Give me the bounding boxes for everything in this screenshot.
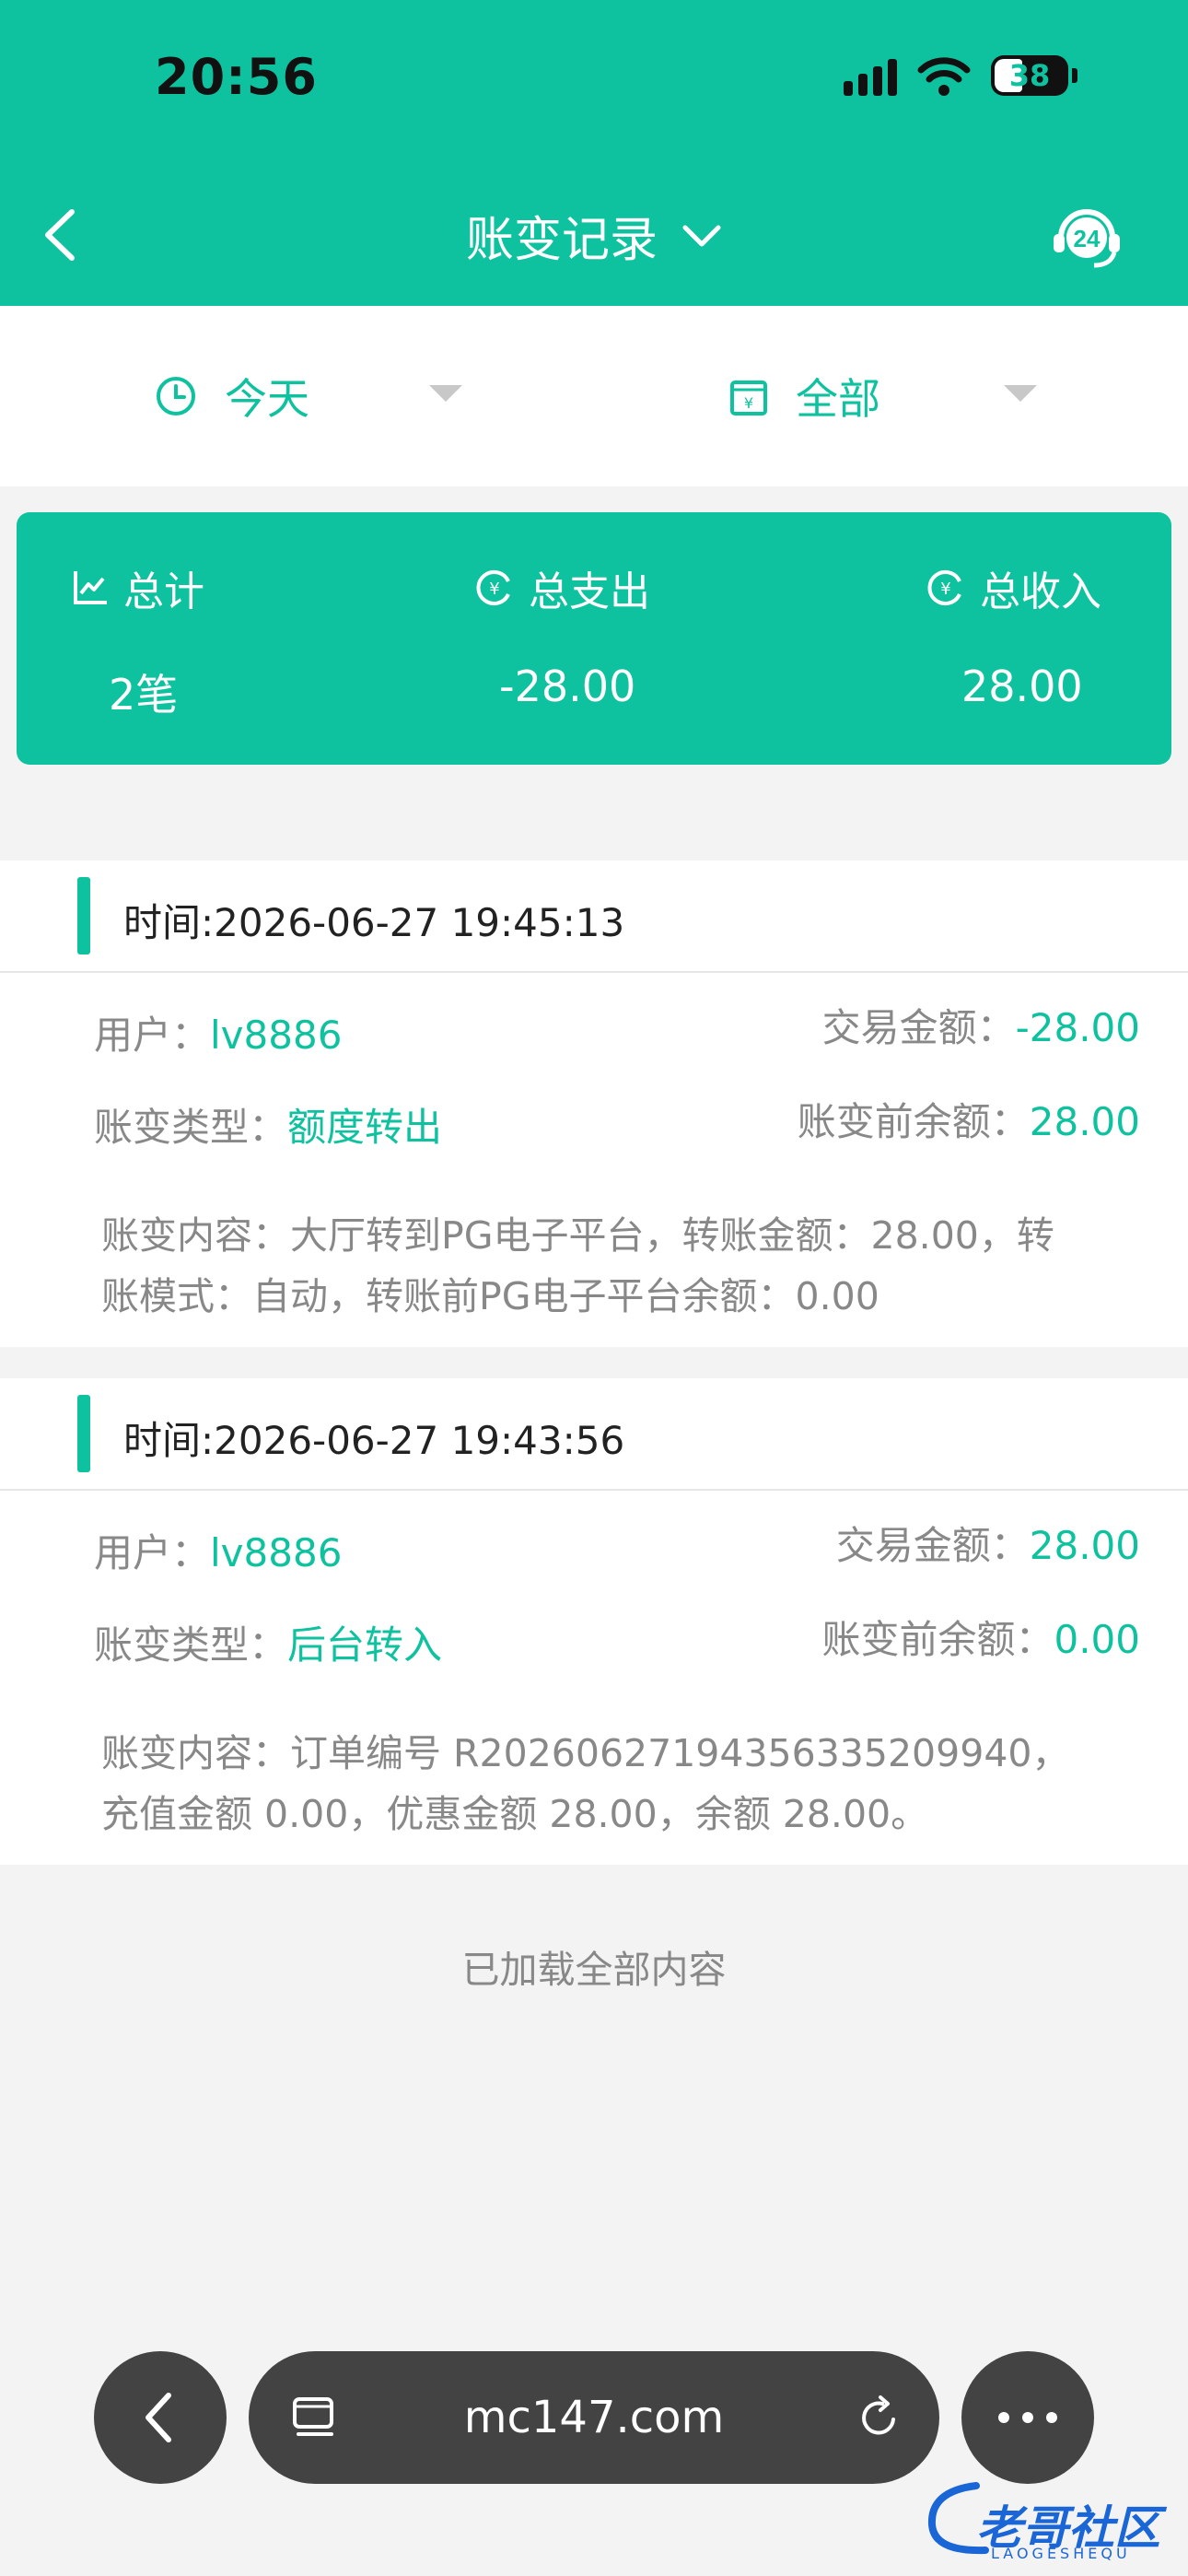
cellular-signal-icon [844,55,897,96]
record-user-value: lv8886 [210,1530,343,1575]
record-type: 账变类型：后台转入 [94,1622,443,1668]
battery-level: 38 [1008,58,1051,93]
type-filter-caret [1004,385,1037,402]
record-user: 用户：lv8886 [94,1530,343,1575]
record-balance: 账变前余额：0.00 [821,1617,1140,1662]
reload-icon[interactable] [855,2394,903,2441]
record-type-value: 后台转入 [287,1622,443,1668]
expense-label: 总支出 [529,568,650,615]
clock-icon [157,377,195,416]
record-amount: 交易金额：-28.00 [821,1005,1140,1050]
record-card: 时间:2026-06-27 19:45:13 用户：lv8886 交易金额：-2… [0,861,1188,1347]
svg-text:¥: ¥ [744,394,753,412]
total-value: 2笔 [109,670,179,720]
svg-text:¥: ¥ [940,580,950,599]
record-accent-bar [77,1395,90,1472]
record-type: 账变类型：额度转出 [94,1105,443,1150]
page-title: 账变记录 [465,213,658,268]
wifi-icon [917,57,971,96]
date-filter[interactable]: 今天 [155,306,468,486]
browser-back-button[interactable] [94,2351,227,2484]
total-header: 总计 [72,558,204,617]
record-content-line: 账变内容：大厅转到PG电子平台，转账金额：28.00，转 [101,1213,1054,1258]
record-content: 账变内容：大厅转到PG电子平台，转账金额：28.00，转 账模式：自动，转账前P… [101,1205,1096,1327]
income-header: ¥ 总收入 [926,558,1101,617]
record-amount: 交易金额：28.00 [835,1523,1140,1568]
record-header: 时间:2026-06-27 19:45:13 [0,861,1188,973]
title-dropdown[interactable]: 账变记录 [0,201,1188,270]
record-time: 时间:2026-06-27 19:45:13 [123,900,625,945]
record-content-line: 账模式：自动，转账前PG电子平台余额：0.00 [101,1274,879,1318]
support-badge: 24 [1074,225,1101,252]
record-balance-value: 0.00 [1054,1617,1140,1662]
battery-cap [1072,68,1077,83]
more-dot [1046,2412,1057,2423]
app-header: 20:56 38 账变记录 24 [0,0,1188,306]
more-dot [998,2412,1009,2423]
watermark-logo: 老哥社区 LAOGESHEQU [921,2478,1179,2562]
record-header: 时间:2026-06-27 19:43:56 [0,1378,1188,1491]
record-type-value: 额度转出 [287,1105,443,1150]
record-content-line: 账变内容：订单编号 R20260627194356335209940， [101,1731,1070,1775]
record-amount-value: -28.00 [1015,1005,1140,1050]
summary-card: 总计 2笔 ¥ 总支出 -28.00 ¥ 总收入 28.00 [17,512,1171,765]
svg-text:¥: ¥ [489,580,499,599]
record-balance-value: 28.00 [1029,1099,1140,1144]
status-time: 20:56 [155,48,318,106]
customer-support-button[interactable]: 24 [1050,197,1124,271]
record-user: 用户：lv8886 [94,1013,343,1058]
record-balance: 账变前余额：28.00 [797,1099,1140,1144]
record-card: 时间:2026-06-27 19:43:56 用户：lv8886 交易金额：28… [0,1378,1188,1865]
income-value: 28.00 [961,662,1083,711]
record-user-value: lv8886 [210,1013,343,1058]
record-amount-value: 28.00 [1029,1523,1140,1568]
status-icons: 38 [844,55,1077,96]
type-filter-label: 全部 [796,374,880,424]
total-label: 总计 [123,568,204,615]
filter-bar: 今天 ¥ 全部 [0,306,1188,486]
yen-box-icon: ¥ [730,381,767,416]
line-chart-icon [74,571,107,604]
address-bar[interactable]: mc147.com [249,2351,939,2484]
headset-24-icon: 24 [1054,209,1120,268]
type-filter[interactable]: ¥ 全部 [729,306,1042,486]
battery-icon: 38 [991,55,1068,96]
date-filter-label: 今天 [225,374,309,424]
record-content: 账变内容：订单编号 R20260627194356335209940， 充值金额… [101,1723,1096,1844]
chevron-down-icon [682,225,721,246]
more-options-button[interactable] [961,2351,1094,2484]
expense-value: -28.00 [499,662,636,711]
end-of-list-note: 已加载全部内容 [461,1948,727,1992]
more-dot [1022,2412,1033,2423]
url-text: mc147.com [463,2392,725,2443]
chevron-left-icon [146,2393,171,2442]
page: 20:56 38 账变记录 24 今天 ¥ 全部 总计 2笔 ¥ 总支出 -28… [0,0,1188,2576]
record-time: 时间:2026-06-27 19:43:56 [123,1418,625,1463]
record-accent-bar [77,877,90,954]
date-filter-caret [429,385,462,402]
record-content-line: 充值金额 0.00，优惠金额 28.00，余额 28.00。 [101,1792,929,1836]
expense-header: ¥ 总支出 [475,558,650,617]
yen-circle-icon: ¥ [476,570,510,605]
yen-circle-icon: ¥ [927,570,961,605]
watermark-subtext: LAOGESHEQU [991,2545,1131,2562]
income-label: 总收入 [980,568,1101,615]
